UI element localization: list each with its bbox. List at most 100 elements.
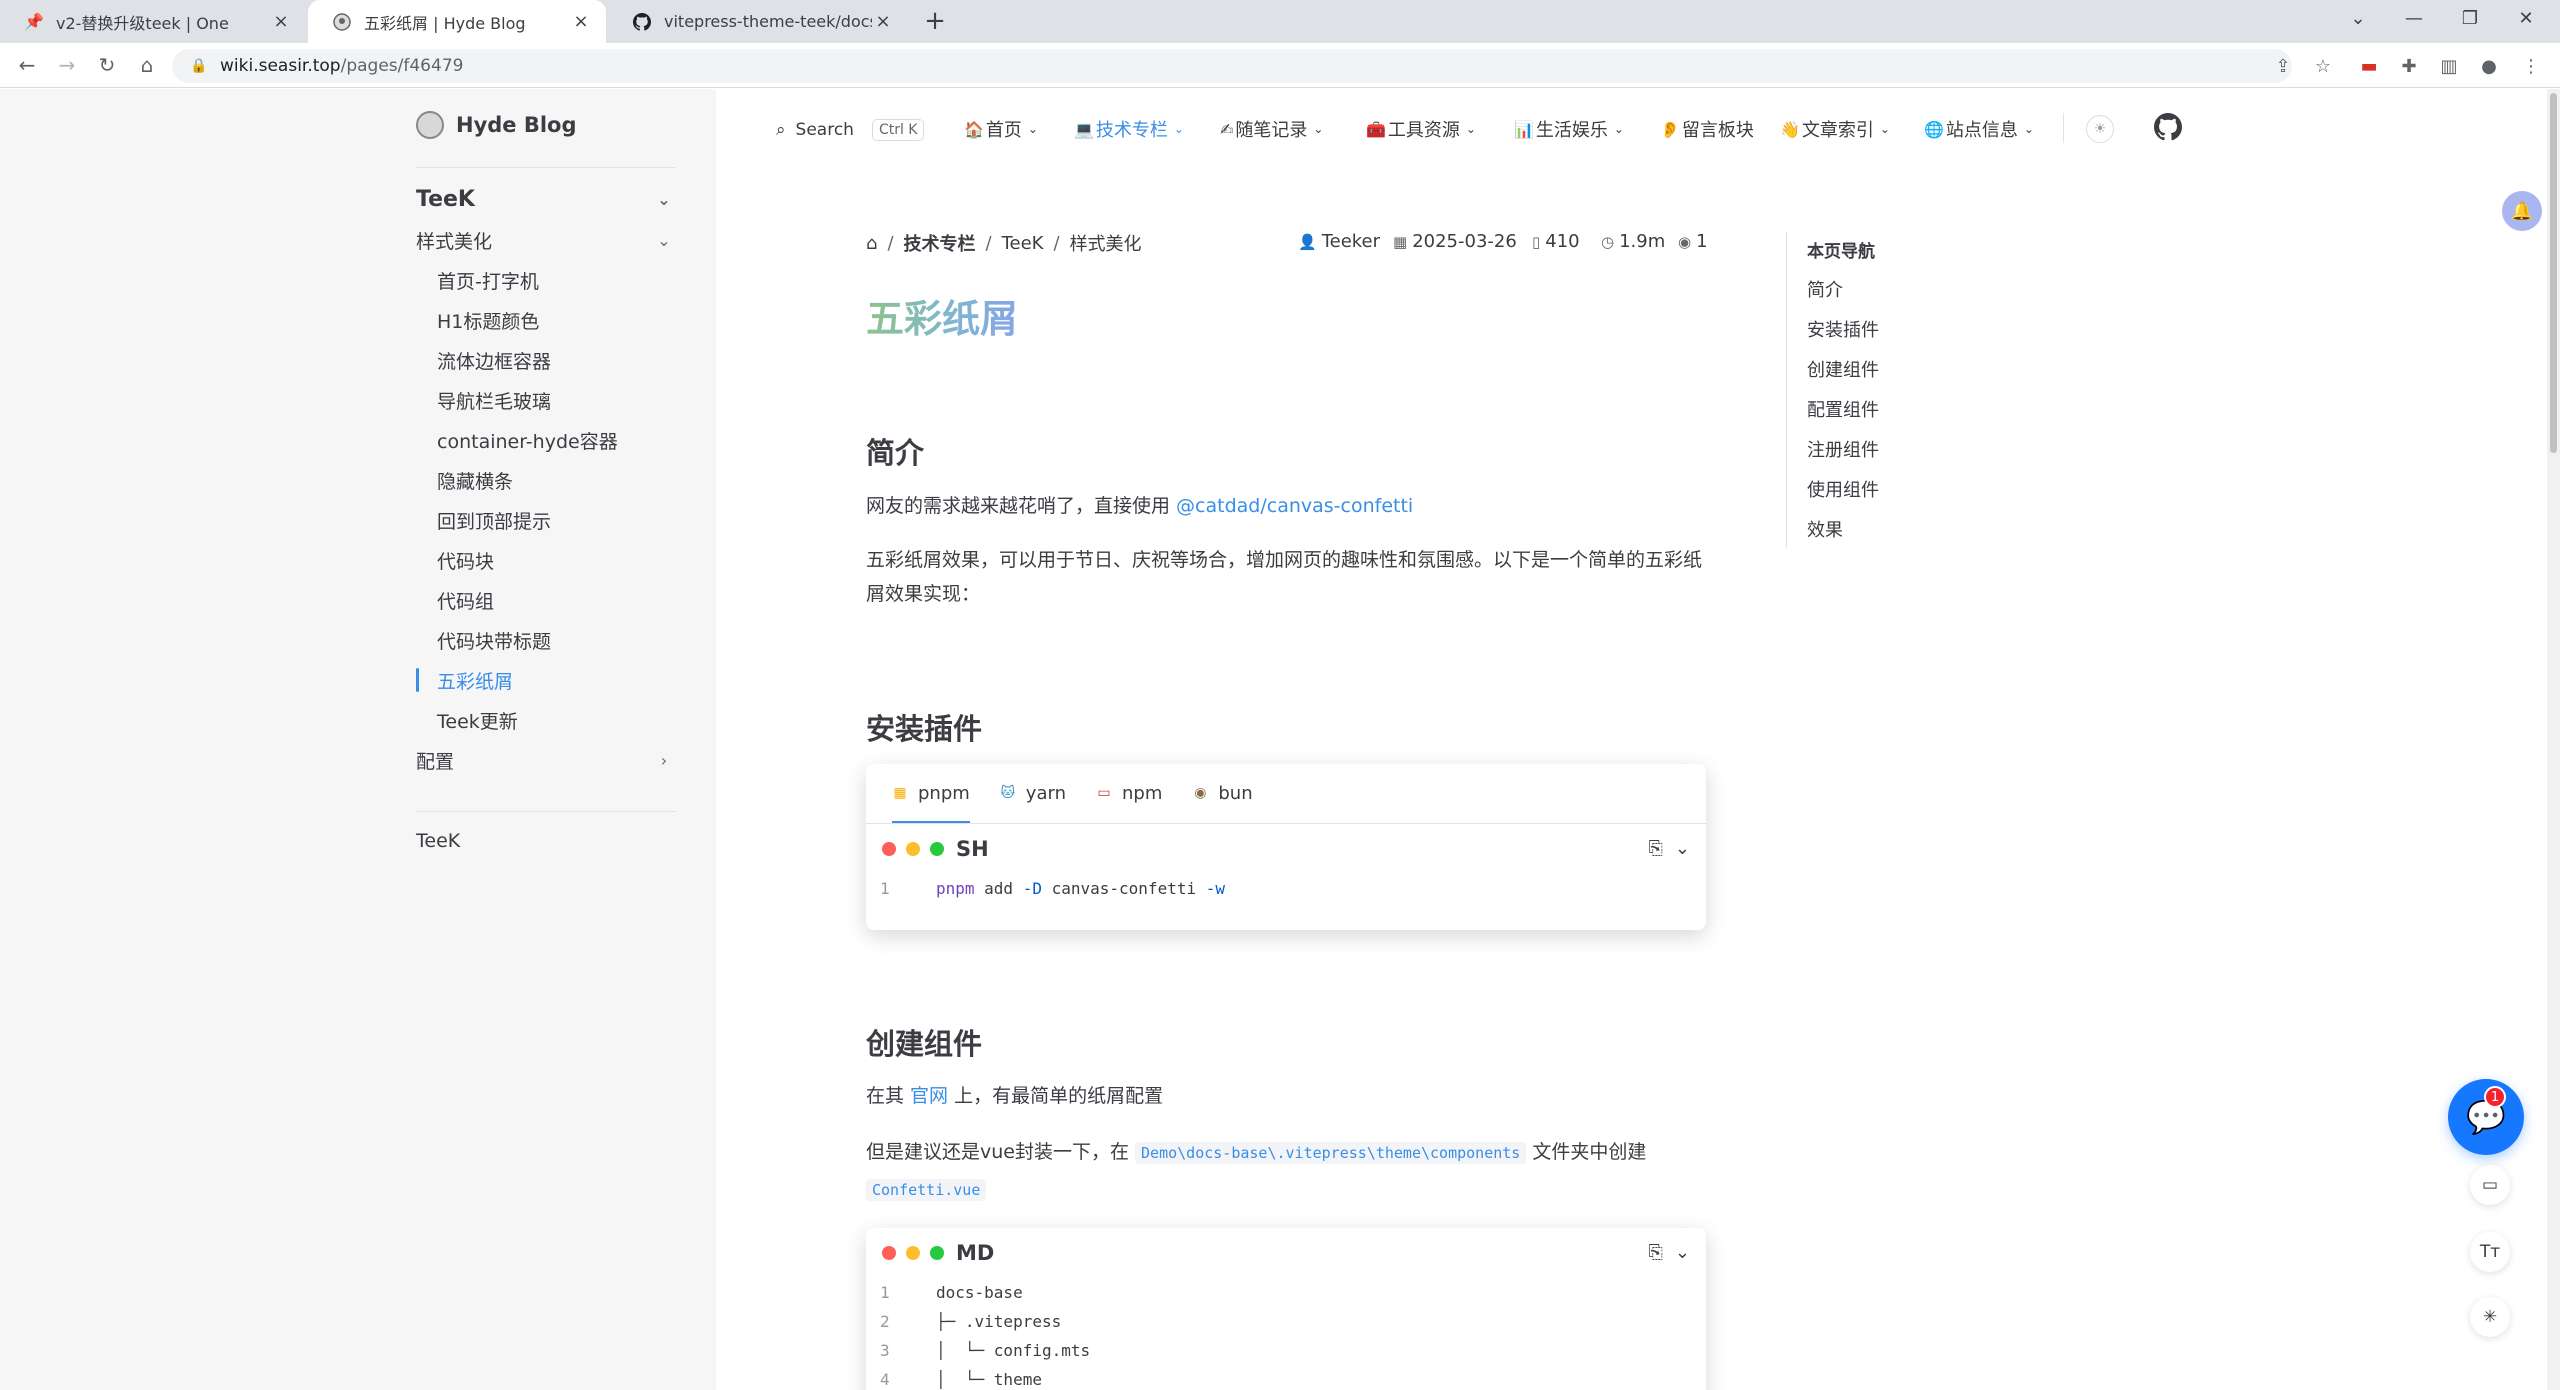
close-icon[interactable]: × xyxy=(872,11,894,33)
sidebar-item-confetti[interactable]: 五彩纸屑 xyxy=(437,667,513,694)
toc-item-create[interactable]: 创建组件 xyxy=(1807,356,1879,382)
sidebar-item-code-title[interactable]: 代码块带标题 xyxy=(437,627,551,654)
breadcrumb-item[interactable]: 技术专栏 xyxy=(904,230,976,256)
sidebar-item-code-block[interactable]: 代码块 xyxy=(437,547,494,574)
sidebar-item-code-group[interactable]: 代码组 xyxy=(437,587,494,614)
author-name: Teeker xyxy=(1321,231,1381,252)
url-input[interactable]: 🔒 wiki.seasir.top/pages/f46479 xyxy=(172,49,2292,83)
copy-icon[interactable]: ⎘ xyxy=(1649,1242,1663,1263)
tab-title: v2-替换升级teek | One xyxy=(56,13,229,33)
site-brand[interactable]: Hyde Blog xyxy=(416,111,577,139)
home-icon[interactable]: ⌂ xyxy=(132,50,162,80)
toc-item-effect[interactable]: 效果 xyxy=(1807,516,1843,542)
chevron-down-icon: ⌄ xyxy=(657,190,671,209)
sidebar-item-navbar-glass[interactable]: 导航栏毛玻璃 xyxy=(437,387,551,414)
tab-label: yarn xyxy=(1025,782,1066,804)
tab-yarn[interactable]: 🐱 yarn xyxy=(1000,764,1066,823)
extension-red-icon[interactable]: ▬ xyxy=(2354,51,2384,81)
close-icon[interactable]: × xyxy=(570,11,592,33)
text: 但是建议还是vue封装一下，在 xyxy=(866,1141,1136,1163)
sidebar-item-container-hyde[interactable]: container-hyde容器 xyxy=(437,427,618,454)
side-panel-icon[interactable]: ▥ xyxy=(2434,51,2464,81)
toc-item-intro[interactable]: 简介 xyxy=(1807,276,1843,302)
new-tab-button[interactable]: + xyxy=(921,8,949,36)
post-date: 2025-03-26 xyxy=(1412,231,1517,252)
browser-tab-github[interactable]: vitepress-theme-teek/docs at × xyxy=(608,0,908,43)
menu-kebab-icon[interactable]: ⋮ xyxy=(2516,51,2546,81)
toc-item-config[interactable]: 配置组件 xyxy=(1807,396,1879,422)
breadcrumb-item[interactable]: 样式美化 xyxy=(1070,230,1142,256)
tab-search-icon[interactable]: ⌄ xyxy=(2330,0,2386,36)
close-window-icon[interactable]: ✕ xyxy=(2498,0,2554,36)
official-site-link[interactable]: 官网 xyxy=(910,1085,948,1107)
restore-icon[interactable]: ❐ xyxy=(2442,0,2498,36)
house-icon: 🏠 xyxy=(964,119,984,139)
line-number: 4 xyxy=(880,1370,890,1389)
nav-index[interactable]: 👋 文章索引 ⌄ xyxy=(1780,116,1890,142)
tab-npm[interactable]: ▭ npm xyxy=(1096,764,1162,823)
github-icon[interactable] xyxy=(2154,113,2184,143)
close-icon[interactable]: × xyxy=(270,11,292,33)
chevron-down-icon[interactable]: ⌄ xyxy=(1675,838,1690,859)
forward-icon[interactable]: → xyxy=(52,50,82,80)
sidebar-group-teek[interactable]: TeeK ⌄ xyxy=(416,187,676,212)
section-heading-install: 安装插件 xyxy=(866,712,983,746)
toc-item-register[interactable]: 注册组件 xyxy=(1807,436,1879,462)
code-text: ├─ .vitepress xyxy=(936,1312,1062,1331)
site-navbar: ⌕ Search Ctrl K 🏠 首页 ⌄ 💻 技术专栏 ⌄ ✍ 随笔记录 ⌄… xyxy=(716,89,2560,169)
toc-item-install[interactable]: 安装插件 xyxy=(1807,316,1879,342)
sidebar-link-teek[interactable]: TeeK xyxy=(416,830,460,852)
scrollbar-thumb[interactable] xyxy=(2550,93,2557,453)
home-icon[interactable]: ⌂ xyxy=(866,233,877,254)
toc-item-use[interactable]: 使用组件 xyxy=(1807,476,1879,502)
chevron-down-icon: ⌄ xyxy=(1313,122,1324,136)
sidebar-divider xyxy=(416,811,676,812)
nav-home[interactable]: 🏠 首页 ⌄ xyxy=(964,116,1038,142)
sidebar-item-typewriter[interactable]: 首页-打字机 xyxy=(437,267,539,294)
nav-life[interactable]: 📊 生活娱乐 ⌄ xyxy=(1514,116,1624,142)
theme-toggle-sun-icon[interactable]: ☀ xyxy=(2086,115,2114,143)
page-scrollbar[interactable] xyxy=(2547,89,2560,1390)
sidebar-item-fluid-border[interactable]: 流体边框容器 xyxy=(437,347,551,374)
text: 上，有最简单的纸屑配置 xyxy=(948,1085,1164,1107)
breadcrumb-separator: / xyxy=(1053,232,1060,254)
notification-bell-icon[interactable]: 🔔 xyxy=(2502,191,2542,231)
browser-tab-one[interactable]: 📌 v2-替换升级teek | One × xyxy=(0,0,306,43)
sidebar-subgroup-style[interactable]: 样式美化 ⌄ xyxy=(416,227,676,254)
bookmark-star-icon[interactable]: ☆ xyxy=(2308,51,2338,81)
loading-spinner-icon[interactable]: ✳ xyxy=(2470,1297,2510,1337)
yarn-icon: 🐱 xyxy=(1000,785,1016,801)
browser-tab-hyde[interactable]: 五彩纸屑 | Hyde Blog × xyxy=(308,0,606,43)
profile-avatar-icon[interactable]: ● xyxy=(2474,51,2504,81)
nav-tech[interactable]: 💻 技术专栏 ⌄ xyxy=(1074,116,1184,142)
nav-guestbook[interactable]: 👂 留言板块 xyxy=(1660,116,1754,142)
nav-tools[interactable]: 🧰 工具资源 ⌄ xyxy=(1366,116,1476,142)
search-button[interactable]: ⌕ Search Ctrl K xyxy=(776,115,925,145)
font-size-icon[interactable]: Tт xyxy=(2470,1232,2510,1272)
share-icon[interactable]: ⇪ xyxy=(2268,51,2298,81)
minimize-icon[interactable]: — xyxy=(2386,0,2442,36)
copy-icon[interactable]: ⎘ xyxy=(1649,838,1663,859)
canvas-confetti-link[interactable]: @catdad/canvas-confetti xyxy=(1176,495,1413,517)
line-number: 3 xyxy=(880,1341,890,1360)
chevron-down-icon[interactable]: ⌄ xyxy=(1675,1242,1690,1263)
back-icon[interactable]: ← xyxy=(12,50,42,80)
nav-label: 生活娱乐 xyxy=(1535,120,1608,141)
breadcrumb-item[interactable]: TeeK xyxy=(1002,233,1044,254)
window-dot-yellow xyxy=(906,1246,920,1260)
bun-icon: ◉ xyxy=(1194,785,1207,801)
sidebar-item-h1-color[interactable]: H1标题颜色 xyxy=(437,307,539,334)
nav-notes[interactable]: ✍ 随笔记录 ⌄ xyxy=(1220,116,1323,142)
sidebar-group-config[interactable]: 配置 › xyxy=(416,747,676,774)
tab-bun[interactable]: ◉ bun xyxy=(1192,764,1252,823)
reload-icon[interactable]: ↻ xyxy=(92,50,122,80)
extensions-puzzle-icon[interactable]: ✚ xyxy=(2394,51,2424,81)
comment-icon[interactable]: ▭ xyxy=(2470,1165,2510,1205)
sidebar-item-hide-bar[interactable]: 隐藏横条 xyxy=(437,467,513,494)
window-dot-green xyxy=(930,1246,944,1260)
sidebar-item-teek-update[interactable]: Teek更新 xyxy=(437,707,518,734)
nav-site-info[interactable]: 🌐 站点信息 ⌄ xyxy=(1924,116,2034,142)
tab-pnpm[interactable]: ▦ pnpm xyxy=(892,764,970,823)
sidebar-item-back-to-top[interactable]: 回到顶部提示 xyxy=(437,507,551,534)
url-host: wiki.seasir.top xyxy=(220,56,341,76)
